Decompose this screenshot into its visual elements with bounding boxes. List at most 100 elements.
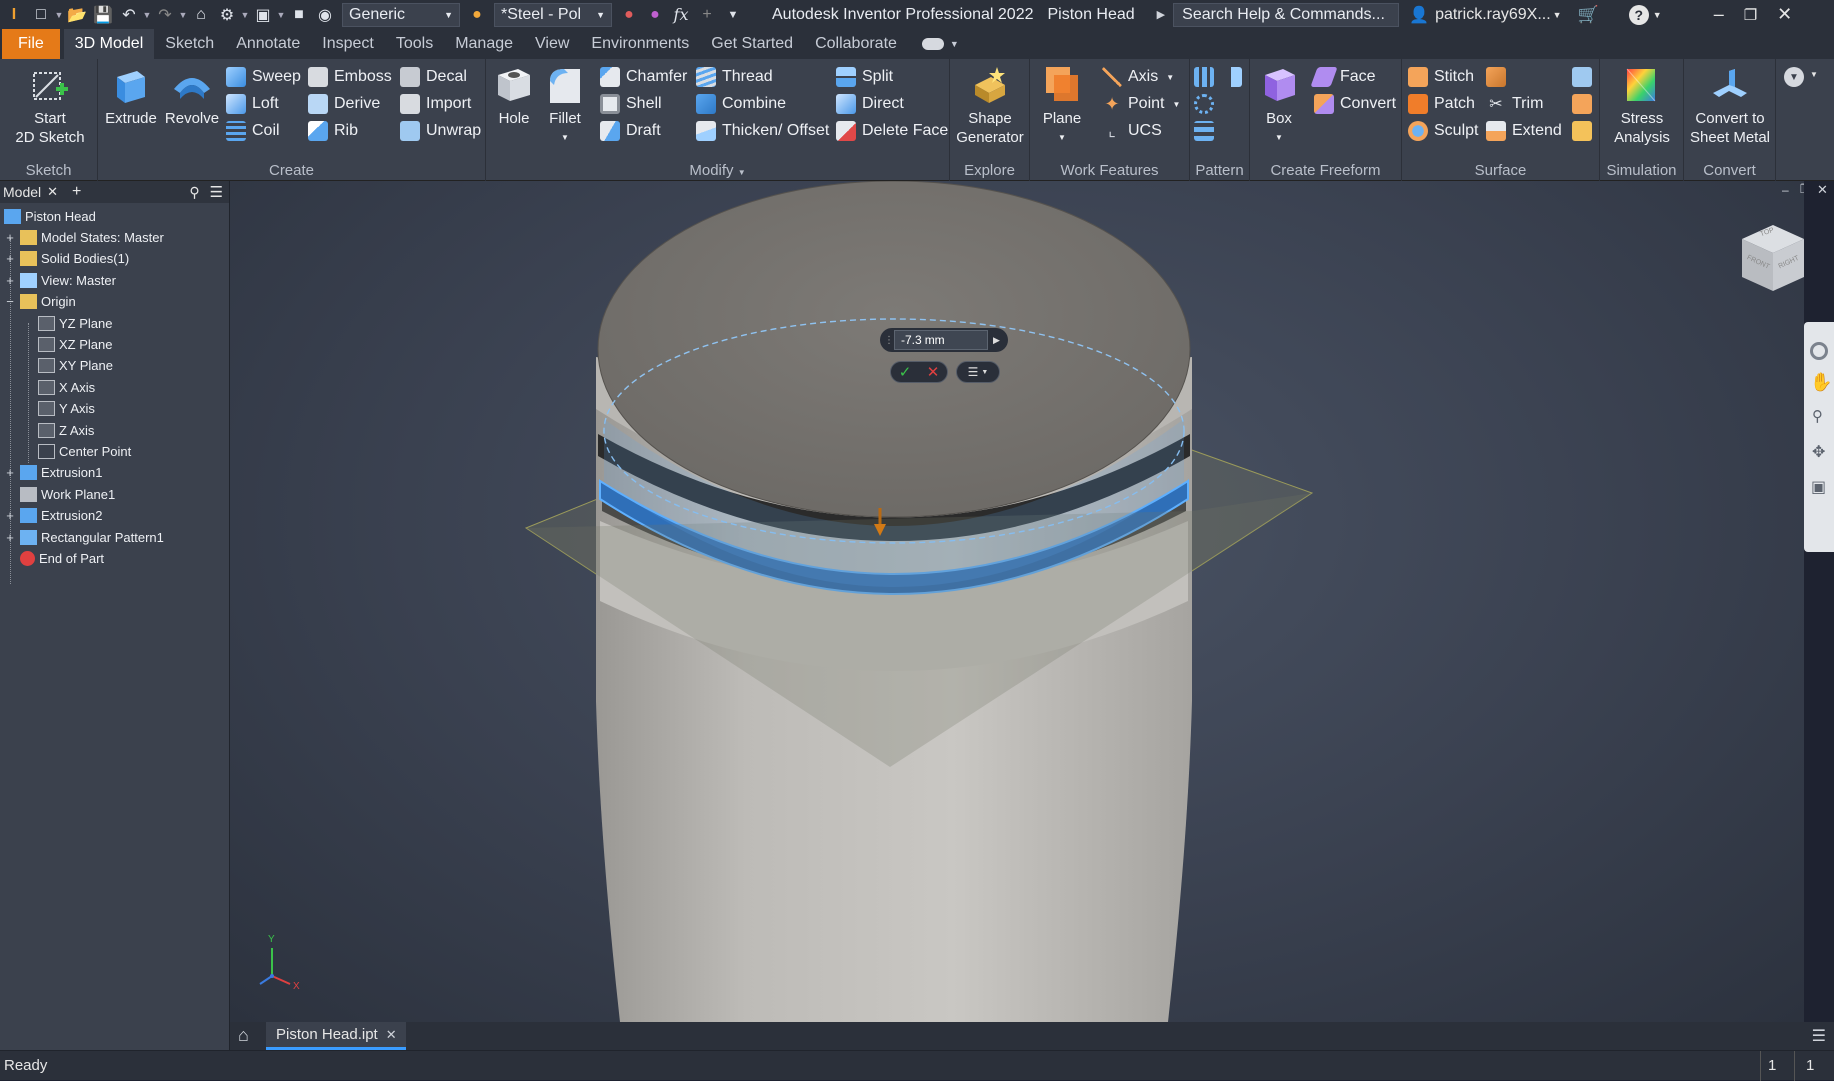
ok-checkmark-icon[interactable]: ✓ [899,363,912,381]
chevron-down-icon[interactable]: ▼ [1553,10,1562,20]
loft-button[interactable]: Loft [226,91,279,117]
chevron-down-icon[interactable]: ▼ [1166,73,1174,82]
thread-button[interactable]: Thread [696,64,773,90]
stress-analysis-button[interactable]: Stress Analysis [1606,63,1678,147]
chevron-down-icon[interactable]: ▼ [1653,10,1662,20]
appearance-dropdown[interactable]: *Steel - Pol ▼ [494,2,612,27]
chevron-down-icon[interactable]: ▼ [54,10,64,20]
undo-icon[interactable]: ↶ [116,4,142,26]
minimize-icon[interactable]: – [1714,4,1724,25]
material-dropdown[interactable]: Generic ▼ [342,2,460,27]
options-dropdown-button[interactable]: ☰ ▼ [956,361,1000,383]
tab-tools[interactable]: Tools [385,29,444,59]
tab-manage[interactable]: Manage [444,29,524,59]
add-tab-icon[interactable]: + [72,183,81,201]
decal-button[interactable]: Decal [400,64,467,90]
expand-icon[interactable]: + [4,530,16,545]
graphics-viewport[interactable]: ⋮ -7.3 mm ▶ ✓ ✕ ☰▼ TOP FRONT RIGHT – ❐ [230,181,1804,1022]
menu-icon[interactable]: ☰ [1812,1026,1826,1046]
tab-3d-model[interactable]: 3D Model [63,29,155,59]
tree-item[interactable]: XY Plane [38,355,113,377]
expand-icon[interactable]: + [4,251,16,266]
import-button[interactable]: Import [400,91,471,117]
update-icon[interactable]: ⚙ [214,4,240,26]
chevron-down-icon[interactable]: ▼ [276,10,286,20]
tree-item[interactable]: + Rectangular Pattern1 [4,526,164,548]
axis-button[interactable]: Axis ▼ [1102,64,1174,90]
thicken-offset-button[interactable]: Thicken/ Offset [696,118,829,144]
stitch-button[interactable]: Stitch [1408,64,1474,90]
tab-inspect[interactable]: Inspect [311,29,385,59]
adjust-appearance-icon[interactable]: ● [616,4,642,26]
viewport-restore-icon[interactable]: ❐ [1800,182,1804,196]
offset-distance-input[interactable]: -7.3 mm [894,330,988,350]
expand-icon[interactable]: + [4,508,16,523]
panel-title-modify[interactable]: Modify ▼ [486,160,949,181]
convert-to-sheet-metal-button[interactable]: Convert to Sheet Metal [1686,63,1774,147]
open-folder-icon[interactable]: 📂 [64,4,90,26]
surface-extra-button-1[interactable] [1572,64,1598,90]
tab-collaborate[interactable]: Collaborate [804,29,908,59]
expand-arrow-icon[interactable]: ▶ [993,335,1000,346]
user-name[interactable]: patrick.ray69X... [1435,6,1551,24]
new-file-icon[interactable]: □ [28,4,54,26]
pan-hand-icon[interactable]: ✋ [1810,372,1832,393]
tree-item[interactable]: Z Axis [38,419,94,441]
coil-button[interactable]: Coil [226,118,280,144]
tree-item[interactable]: YZ Plane [38,312,112,334]
surface-extra-button-2[interactable] [1572,91,1598,117]
chevron-down-icon[interactable]: ▼ [240,10,250,20]
expand-arrow-icon[interactable]: ▶ [1157,8,1165,21]
plus-icon[interactable]: + [694,4,720,26]
rectangular-pattern-button[interactable] [1194,64,1220,90]
tab-file[interactable]: File [2,29,60,59]
ribbon-options-button[interactable]: ▼ [1784,67,1804,87]
home-icon[interactable]: ⌂ [238,1025,249,1046]
inventor-logo-icon[interactable]: I [0,4,28,26]
point-button[interactable]: ✦ Point ▼ [1102,91,1180,117]
tab-annotate[interactable]: Annotate [225,29,311,59]
combine-button[interactable]: Combine [696,91,786,117]
parameters-fx-icon[interactable]: fx [668,4,694,26]
direct-button[interactable]: Direct [836,91,904,117]
emboss-button[interactable]: Emboss [308,64,392,90]
start-2d-sketch-button[interactable]: Start 2D Sketch [6,63,94,147]
surface-extra-button-3[interactable] [1572,118,1598,144]
clear-appearance-icon[interactable]: ● [642,4,668,26]
circular-pattern-button[interactable] [1194,91,1220,117]
expand-icon[interactable]: + [4,230,16,245]
help-search-input[interactable]: Search Help & Commands... [1173,2,1400,27]
fillet-button[interactable]: Fillet ▼ [540,63,590,147]
unwrap-button[interactable]: Unwrap [400,118,481,144]
split-button[interactable]: Split [836,64,893,90]
chevron-down-icon[interactable]: ▼ [178,10,188,20]
help-icon[interactable]: ? [1628,4,1649,25]
delete-face-button[interactable]: Delete Face [836,118,948,144]
save-icon[interactable]: 💾 [90,4,116,26]
tab-environments[interactable]: Environments [580,29,700,59]
tree-item[interactable]: Center Point [38,440,131,462]
close-icon[interactable]: ✕ [47,184,58,200]
ruled-surface-button[interactable] [1486,64,1512,90]
tab-sketch[interactable]: Sketch [154,29,225,59]
restore-icon[interactable]: ❐ [1744,6,1757,24]
tree-item[interactable]: + Extrusion1 [4,462,102,484]
hole-button[interactable]: Hole [490,63,538,128]
cart-icon[interactable]: 🛒 [1578,5,1599,25]
ucs-button[interactable]: ⌞ UCS [1102,118,1162,144]
tree-item[interactable]: Y Axis [38,398,95,420]
plane-button[interactable]: Plane ▼ [1038,63,1086,147]
draft-button[interactable]: Draft [600,118,661,144]
viewcube[interactable]: TOP FRONT RIGHT [1738,221,1804,301]
shape-generator-button[interactable]: Shape Generator [954,63,1026,147]
sweep-button[interactable]: Sweep [226,64,301,90]
chevron-down-icon[interactable]: ▼ [561,128,569,147]
cancel-x-icon[interactable]: ✕ [927,363,940,381]
tab-view[interactable]: View [524,29,580,59]
look-at-icon[interactable]: ▣ [1811,477,1826,497]
viewport-close-icon[interactable]: ✕ [1817,182,1828,198]
tree-item[interactable]: End of Part [4,547,104,569]
trim-button[interactable]: ✂ Trim [1486,91,1543,117]
expand-icon[interactable]: + [4,273,16,288]
viewport-minimize-icon[interactable]: – [1782,183,1789,197]
